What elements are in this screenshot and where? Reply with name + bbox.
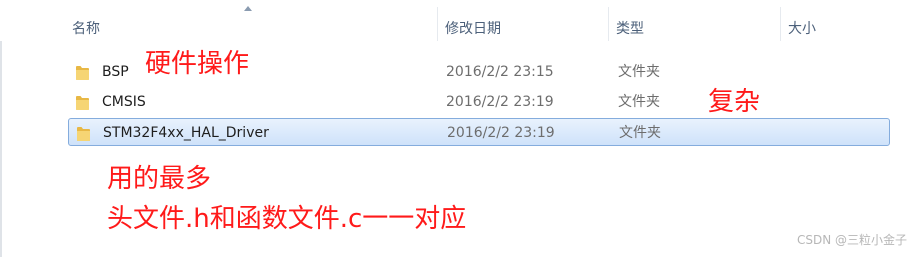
annotation-cmsis: 复杂 — [708, 87, 761, 117]
file-type: 文件夹 — [618, 94, 660, 110]
annotation-bsp: 硬件操作 — [145, 49, 250, 79]
folder-icon — [76, 66, 89, 80]
folder-icon — [76, 96, 89, 110]
file-date-modified: 2016/2/2 23:19 — [446, 94, 554, 110]
column-header-bar: 名称 修改日期 类型 大小 — [0, 0, 913, 41]
file-type: 文件夹 — [618, 64, 660, 80]
file-name[interactable]: BSP — [102, 58, 129, 86]
column-header-size[interactable]: 大小 — [780, 0, 913, 41]
column-header-type[interactable]: 类型 — [608, 0, 780, 41]
file-type: 文件夹 — [619, 125, 661, 141]
annotation-hal-line2: 头文件.h和函数文件.c一一对应 — [107, 204, 467, 234]
file-date-modified: 2016/2/2 23:15 — [446, 64, 554, 80]
column-header-date-modified[interactable]: 修改日期 — [437, 0, 608, 41]
file-name[interactable]: STM32F4xx_HAL_Driver — [103, 119, 269, 147]
folder-icon — [77, 127, 90, 141]
file-row-cmsis[interactable]: CMSIS 2016/2/2 23:19 文件夹 — [68, 88, 890, 116]
file-name[interactable]: CMSIS — [102, 88, 146, 116]
watermark: CSDN @三粒小金子 — [796, 233, 907, 247]
column-header-name[interactable]: 名称 — [64, 0, 437, 41]
file-date-modified: 2016/2/2 23:19 — [447, 125, 555, 141]
file-row-stm32f4xx-hal-driver[interactable]: STM32F4xx_HAL_Driver 2016/2/2 23:19 文件夹 — [68, 118, 890, 146]
annotation-hal-line1: 用的最多 — [107, 164, 212, 194]
